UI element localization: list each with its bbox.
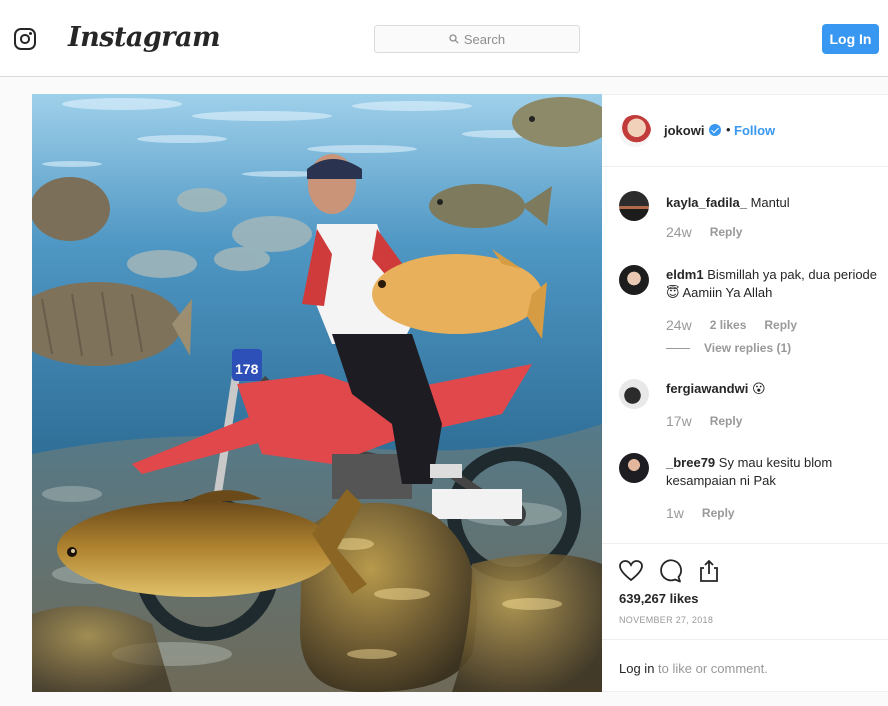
comment-bubble-icon[interactable] — [657, 558, 683, 584]
view-replies-label: View replies (1) — [704, 341, 792, 355]
comment-time: 17w — [666, 413, 692, 429]
comment-time: 24w — [666, 224, 692, 240]
separator-bullet: • — [726, 122, 731, 137]
post-side-panel: jokowi • Follow kayla_fadila_ Mantul 24w… — [602, 94, 888, 692]
verified-badge-icon — [709, 124, 721, 136]
reply-button[interactable]: Reply — [702, 506, 735, 520]
login-button[interactable]: Log In — [822, 24, 879, 54]
svg-text:178: 178 — [235, 361, 259, 377]
comment-time: 1w — [666, 505, 684, 521]
like-heart-icon[interactable] — [618, 558, 644, 584]
follow-button[interactable]: Follow — [734, 123, 775, 138]
comment-text: 😮 — [751, 381, 766, 396]
login-link[interactable]: Log in — [619, 661, 654, 676]
likes-count[interactable]: 639,267 likes — [619, 591, 699, 606]
comment-avatar[interactable] — [619, 379, 649, 409]
reply-button[interactable]: Reply — [710, 225, 743, 239]
comment-avatar[interactable] — [619, 191, 649, 221]
post-actions: 639,267 likes NOVEMBER 27, 2018 Log in t… — [602, 543, 888, 693]
comment-username[interactable]: fergiawandwi — [666, 381, 748, 396]
reply-button[interactable]: Reply — [764, 318, 797, 332]
top-navigation-bar: Instagram Search Log In — [0, 0, 888, 77]
instagram-glyph-icon[interactable] — [14, 28, 36, 50]
comment-likes[interactable]: 2 likes — [710, 318, 747, 332]
view-replies-button[interactable]: View replies (1) — [666, 341, 791, 355]
comment-username[interactable]: kayla_fadila_ — [666, 195, 747, 210]
post-photo[interactable]: 178 — [32, 94, 602, 692]
comment-username[interactable]: eldm1 — [666, 267, 704, 282]
replies-divider-line — [666, 347, 690, 349]
comment-username[interactable]: _bree79 — [666, 455, 715, 470]
author-avatar[interactable] — [619, 115, 651, 147]
search-placeholder: Search — [463, 31, 506, 47]
login-suffix: to like or comment. — [654, 661, 768, 676]
author-username[interactable]: jokowi — [664, 123, 704, 138]
comment-avatar[interactable] — [619, 265, 649, 295]
search-input[interactable]: Search — [374, 25, 580, 53]
underwater-motorcycle-photo: 178 — [32, 94, 602, 692]
post-header: jokowi • Follow — [602, 95, 888, 167]
reply-button[interactable]: Reply — [710, 414, 743, 428]
comment-time: 24w — [666, 317, 692, 333]
comment-avatar[interactable] — [619, 453, 649, 483]
instagram-wordmark-logo[interactable]: Instagram — [68, 22, 221, 53]
share-upload-icon[interactable] — [696, 558, 722, 584]
post-date: NOVEMBER 27, 2018 — [619, 615, 714, 625]
search-icon — [449, 34, 459, 44]
comment-text: Mantul — [750, 195, 790, 210]
login-to-comment: Log in to like or comment. — [602, 639, 888, 694]
